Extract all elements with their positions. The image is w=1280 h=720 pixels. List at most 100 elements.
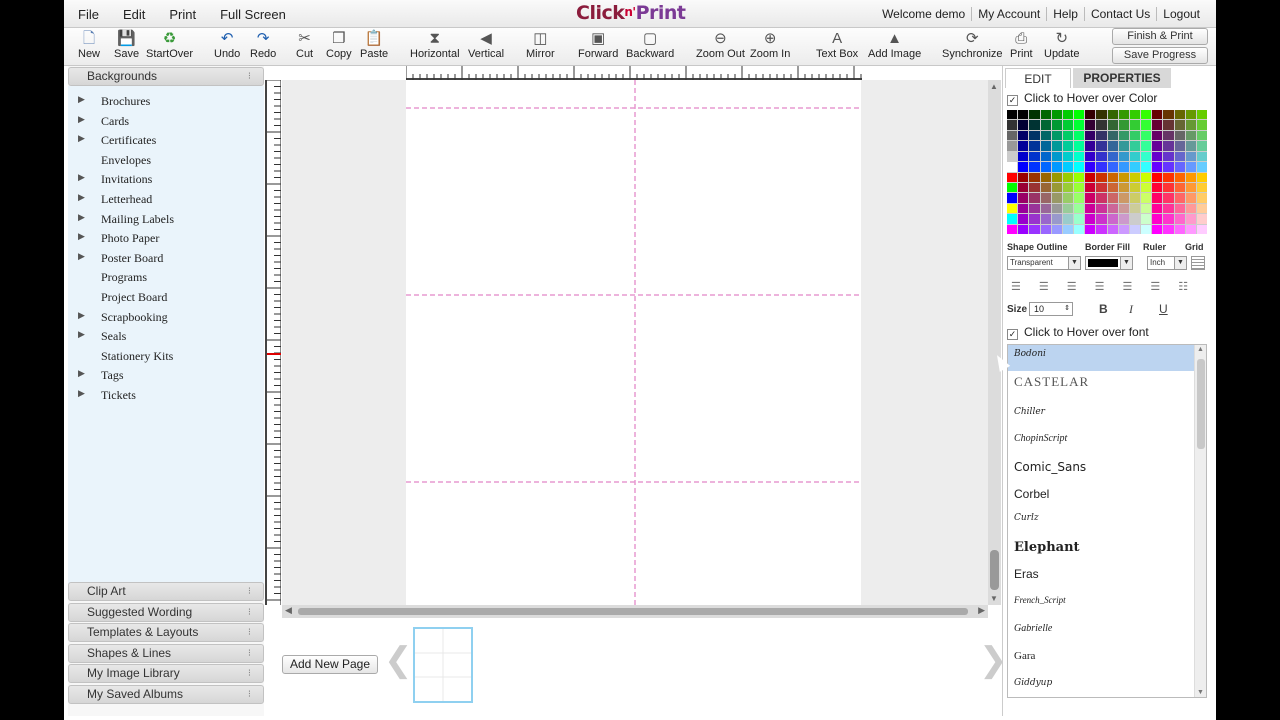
expand-arrow-icon[interactable]: ▶ [78,212,85,223]
color-swatch[interactable] [1163,193,1174,203]
color-swatch[interactable] [1018,151,1029,162]
section-shapes-lines[interactable]: Shapes & Lines ⁝ [68,643,264,663]
font-item-gabrielle[interactable]: Gabrielle [1014,623,1052,634]
color-swatch[interactable] [1051,182,1062,193]
color-swatch[interactable] [1174,141,1185,151]
color-swatch[interactable] [1141,224,1152,234]
color-swatch[interactable] [1196,182,1207,193]
tab-edit[interactable]: EDIT [1005,68,1071,88]
print-tool-button[interactable]: ⎙ Print [1010,30,1033,60]
color-swatch[interactable] [1074,182,1085,193]
color-swatch[interactable] [1163,224,1174,234]
color-swatch[interactable] [1096,110,1107,120]
hover-color-toggle[interactable]: ✓ Click to Hover over Color [1007,91,1157,107]
color-swatch[interactable] [1107,130,1118,141]
color-swatch[interactable] [1074,130,1085,141]
color-swatch[interactable] [1174,162,1185,172]
color-swatch[interactable] [1074,203,1085,214]
color-swatch[interactable] [1163,214,1174,224]
category-letterhead[interactable]: ▶ Letterhead [68,190,264,209]
color-swatch[interactable] [1107,214,1118,224]
color-swatch[interactable] [1085,110,1096,120]
color-swatch[interactable] [1040,120,1051,130]
copy-tool-button[interactable]: ❐ Copy [326,30,352,60]
color-swatch[interactable] [1141,120,1152,130]
color-swatch[interactable] [1029,120,1040,130]
color-swatch[interactable] [1196,141,1207,151]
color-swatch[interactable] [1062,214,1073,224]
expand-arrow-icon[interactable]: ▶ [78,329,85,340]
color-swatch[interactable] [1085,162,1096,172]
font-item-french_script[interactable]: French_Script [1014,595,1066,605]
category-mailing-labels[interactable]: ▶ Mailing Labels [68,210,264,229]
color-swatch[interactable] [1007,110,1018,120]
color-swatch[interactable] [1074,193,1085,203]
color-swatch[interactable] [1141,141,1152,151]
expand-arrow-icon[interactable]: ▶ [78,133,85,144]
color-swatch[interactable] [1118,182,1129,193]
color-swatch[interactable] [1129,110,1140,120]
align-right-icon[interactable]: ☰ [1067,280,1077,293]
color-swatch[interactable] [1096,162,1107,172]
color-swatch[interactable] [1051,110,1062,120]
color-swatch[interactable] [1185,182,1196,193]
color-swatch[interactable] [1129,172,1140,182]
new-tool-button[interactable]: 🗋 New [78,30,100,60]
section-my-image-library[interactable]: My Image Library ⁝ [68,664,264,684]
color-swatch[interactable] [1118,130,1129,141]
section-my-saved-albums[interactable]: My Saved Albums ⁝ [68,685,264,704]
synchronize-tool-button[interactable]: ⟳ Synchronize [942,30,1003,60]
color-swatch[interactable] [1107,172,1118,182]
color-swatch[interactable] [1129,130,1140,141]
color-swatch[interactable] [1074,151,1085,162]
color-swatch[interactable] [1163,182,1174,193]
color-swatch[interactable] [1129,162,1140,172]
color-swatch[interactable] [1040,172,1051,182]
color-swatch[interactable] [1185,224,1196,234]
save-tool-button[interactable]: 💾 Save [114,30,139,60]
scroll-down-icon[interactable]: ▼ [990,594,998,603]
color-swatch[interactable] [1029,151,1040,162]
zoom-in-tool-button[interactable]: ⊕ Zoom In [750,30,790,60]
color-swatch[interactable] [1152,130,1163,141]
color-swatch[interactable] [1062,120,1073,130]
color-swatch[interactable] [1141,130,1152,141]
color-swatch[interactable] [1196,130,1207,141]
color-swatch[interactable] [1074,162,1085,172]
category-invitations[interactable]: ▶ Invitations [68,170,264,189]
font-list-scrollbar[interactable]: ▲ ▼ [1194,345,1206,697]
color-swatch[interactable] [1085,182,1096,193]
color-swatch[interactable] [1096,214,1107,224]
color-swatch[interactable] [1152,151,1163,162]
color-swatch[interactable] [1029,193,1040,203]
color-swatch[interactable] [1196,193,1207,203]
font-item-chiller[interactable]: Chiller [1014,407,1045,417]
color-swatch[interactable] [1018,110,1029,120]
color-swatch[interactable] [1040,130,1051,141]
prev-page-icon[interactable]: ❮ [384,640,413,680]
color-palette[interactable] [1007,110,1207,234]
color-swatch[interactable] [1096,151,1107,162]
category-stationery-kits[interactable]: Stationery Kits [68,347,264,366]
color-swatch[interactable] [1051,193,1062,203]
color-swatch[interactable] [1174,130,1185,141]
save-progress-button[interactable]: Save Progress [1112,47,1208,64]
color-swatch[interactable] [1096,130,1107,141]
color-swatch[interactable] [1074,172,1085,182]
font-item-eras[interactable]: Eras [1014,567,1039,581]
color-swatch[interactable] [1051,214,1062,224]
color-swatch[interactable] [1085,172,1096,182]
color-swatch[interactable] [1107,224,1118,234]
color-swatch[interactable] [1185,120,1196,130]
backgrounds-header[interactable]: Backgrounds ⁝ [68,67,264,86]
color-swatch[interactable] [1174,224,1185,234]
color-swatch[interactable] [1085,130,1096,141]
bold-button[interactable]: B [1099,302,1108,316]
font-item-giddyup[interactable]: Giddyup [1014,678,1052,688]
color-swatch[interactable] [1118,203,1129,214]
expand-arrow-icon[interactable]: ▶ [78,94,85,105]
color-swatch[interactable] [1185,151,1196,162]
color-swatch[interactable] [1107,162,1118,172]
category-photo-paper[interactable]: ▶ Photo Paper [68,229,264,248]
color-swatch[interactable] [1051,172,1062,182]
